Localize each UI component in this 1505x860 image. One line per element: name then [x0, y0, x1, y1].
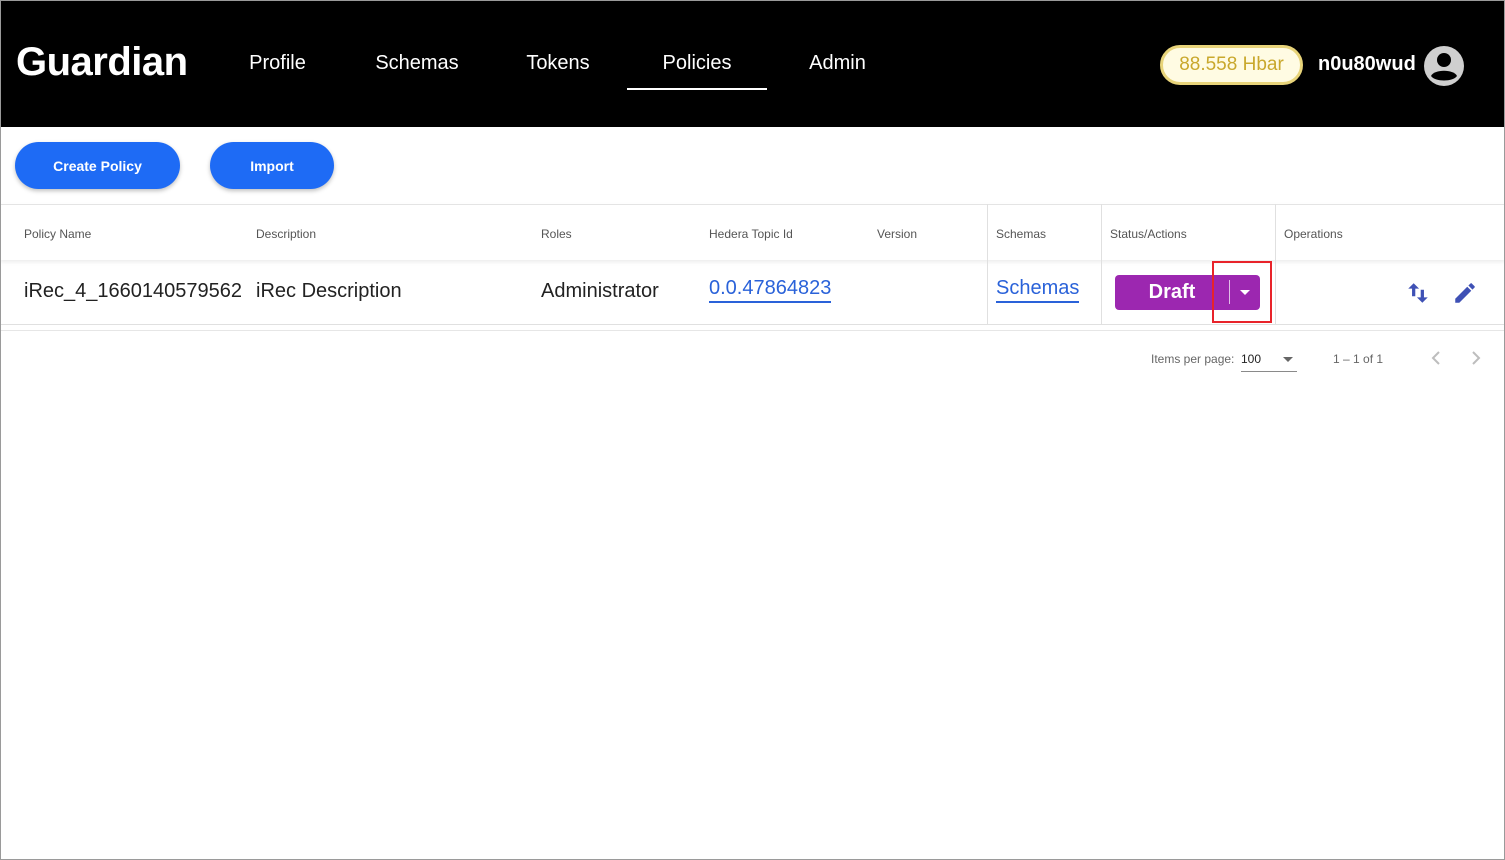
chevron-down-icon — [1283, 357, 1293, 362]
items-per-page-label: Items per page: — [1151, 352, 1235, 366]
nav-admin[interactable]: Admin — [790, 52, 885, 90]
previous-page-icon[interactable] — [1427, 349, 1445, 367]
col-policy-name: Policy Name — [24, 227, 92, 241]
nav-schemas[interactable]: Schemas — [356, 52, 478, 90]
col-description: Description — [256, 227, 317, 241]
hbar-balance-badge[interactable]: 88.558 Hbar — [1160, 45, 1303, 85]
nav-policies-label: Policies — [662, 52, 732, 74]
next-page-icon[interactable] — [1467, 349, 1485, 367]
description-cell: iRec Description — [256, 280, 402, 302]
nav-tokens-label: Tokens — [526, 52, 590, 74]
import-button[interactable]: Import — [210, 142, 334, 189]
hedera-topic-id-link[interactable]: 0.0.47864823 — [709, 277, 832, 303]
nav-schemas-label: Schemas — [375, 52, 459, 74]
top-app-bar: Guardian Profile Schemas Tokens Policies… — [0, 0, 1505, 127]
brand-logo: Guardian — [16, 40, 188, 84]
col-hedera-topic-id: Hedera Topic Id — [709, 227, 793, 241]
status-dropdown-toggle[interactable] — [1230, 275, 1260, 310]
window-frame — [0, 0, 1505, 860]
col-schemas: Schemas — [996, 227, 1047, 241]
edit-pencil-icon[interactable] — [1452, 280, 1478, 306]
column-divider — [1275, 204, 1276, 325]
page-range-label: 1 – 1 of 1 — [1333, 352, 1384, 366]
username[interactable]: n0u80wud — [1318, 53, 1416, 76]
roles-cell: Administrator — [541, 280, 659, 302]
table-header-row: Policy Name Description Roles Hedera Top… — [0, 204, 1505, 260]
account-circle-icon[interactable] — [1423, 45, 1465, 87]
nav-profile[interactable]: Profile — [229, 52, 326, 90]
col-roles: Roles — [541, 227, 572, 241]
create-policy-button[interactable]: Create Policy — [15, 142, 180, 189]
nav-admin-label: Admin — [809, 52, 866, 74]
page-size-select[interactable]: 100 — [1241, 350, 1297, 372]
status-draft-split-button: Draft — [1115, 275, 1260, 310]
nav-policies[interactable]: Policies — [627, 52, 767, 90]
table-row: iRec_4_1660140579562 iRec Description Ad… — [0, 260, 1505, 325]
paginator-divider — [0, 330, 1505, 331]
page-size-value: 100 — [1241, 352, 1262, 366]
nav-tokens[interactable]: Tokens — [508, 52, 608, 90]
policies-table: Policy Name Description Roles Hedera Top… — [0, 204, 1505, 325]
schemas-link[interactable]: Schemas — [996, 277, 1080, 303]
status-draft-button[interactable]: Draft — [1115, 275, 1229, 310]
column-divider — [987, 204, 988, 325]
col-status-actions: Status/Actions — [1110, 227, 1187, 241]
caret-down-icon — [1240, 289, 1250, 295]
swap-vert-icon[interactable] — [1405, 280, 1431, 306]
col-operations: Operations — [1284, 227, 1343, 241]
col-version: Version — [877, 227, 918, 241]
policy-name-cell: iRec_4_1660140579562 — [24, 280, 242, 302]
nav-profile-label: Profile — [249, 52, 306, 74]
column-divider — [1101, 204, 1102, 325]
